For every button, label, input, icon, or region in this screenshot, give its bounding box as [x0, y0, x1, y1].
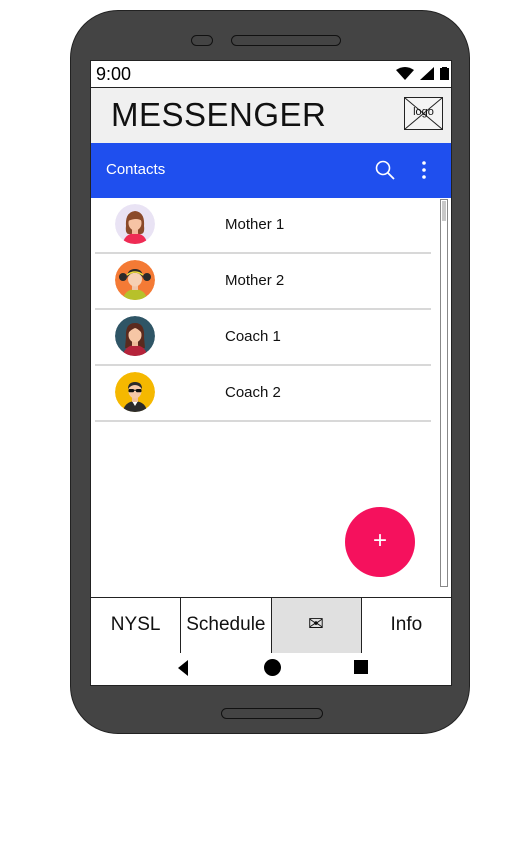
contact-row-mother-1[interactable]: Mother 1	[95, 198, 431, 254]
logo-label: logo	[413, 106, 434, 118]
contact-row-mother-2[interactable]: Mother 2	[95, 254, 431, 310]
app-header: MESSENGER logo	[91, 88, 451, 143]
nav-tab-nysl[interactable]: NYSL	[91, 598, 182, 653]
contact-name: Coach 2	[225, 384, 281, 401]
search-icon[interactable]	[374, 159, 396, 181]
contact-row-coach-1[interactable]: Coach 1	[95, 310, 431, 366]
nav-tab-info[interactable]: Info	[361, 598, 451, 653]
recents-icon[interactable]	[354, 660, 368, 674]
earpiece-speaker	[231, 35, 341, 46]
status-time: 9:00	[96, 64, 132, 84]
woman-brown-hair-avatar	[115, 204, 155, 244]
system-navigation-bar	[91, 653, 451, 685]
app-title: MESSENGER	[111, 96, 327, 133]
contact-name: Mother 2	[225, 272, 285, 289]
toolbar-title: Contacts	[106, 161, 166, 178]
contact-list: Mother 1 Mother 2 Coach 1 Coach 2	[95, 198, 431, 422]
camera-dot	[191, 35, 213, 46]
woman-long-hair-avatar	[115, 316, 155, 356]
logo-image-placeholder: logo	[404, 97, 443, 130]
contact-list-scrollbar[interactable]	[440, 199, 448, 587]
nav-tab-messages[interactable]: ✉	[271, 598, 362, 653]
status-bar: 9:00	[91, 61, 451, 88]
phone-bottom-bar	[221, 708, 323, 719]
back-icon[interactable]	[177, 660, 189, 676]
scrollbar-thumb[interactable]	[442, 201, 446, 221]
signal-icon	[420, 67, 434, 80]
contact-name: Coach 1	[225, 328, 281, 345]
more-vert-icon[interactable]	[413, 159, 435, 181]
bottom-navigation: NYSL Schedule ✉ Info	[91, 597, 451, 654]
home-icon[interactable]	[264, 659, 281, 676]
status-icons	[396, 67, 449, 80]
battery-icon	[440, 67, 449, 80]
contact-row-coach-2[interactable]: Coach 2	[95, 366, 431, 422]
man-sunglasses-avatar	[115, 372, 155, 412]
nav-tab-schedule[interactable]: Schedule	[181, 598, 272, 653]
contacts-toolbar: Contacts	[91, 143, 451, 198]
phone-screen: 9:00 MESSENGER logo Contacts Mother 1 Mo…	[90, 60, 452, 686]
girl-pigtails-avatar	[115, 260, 155, 300]
contact-name: Mother 1	[225, 216, 285, 233]
add-contact-fab[interactable]: +	[345, 507, 415, 577]
wifi-icon	[396, 67, 414, 80]
